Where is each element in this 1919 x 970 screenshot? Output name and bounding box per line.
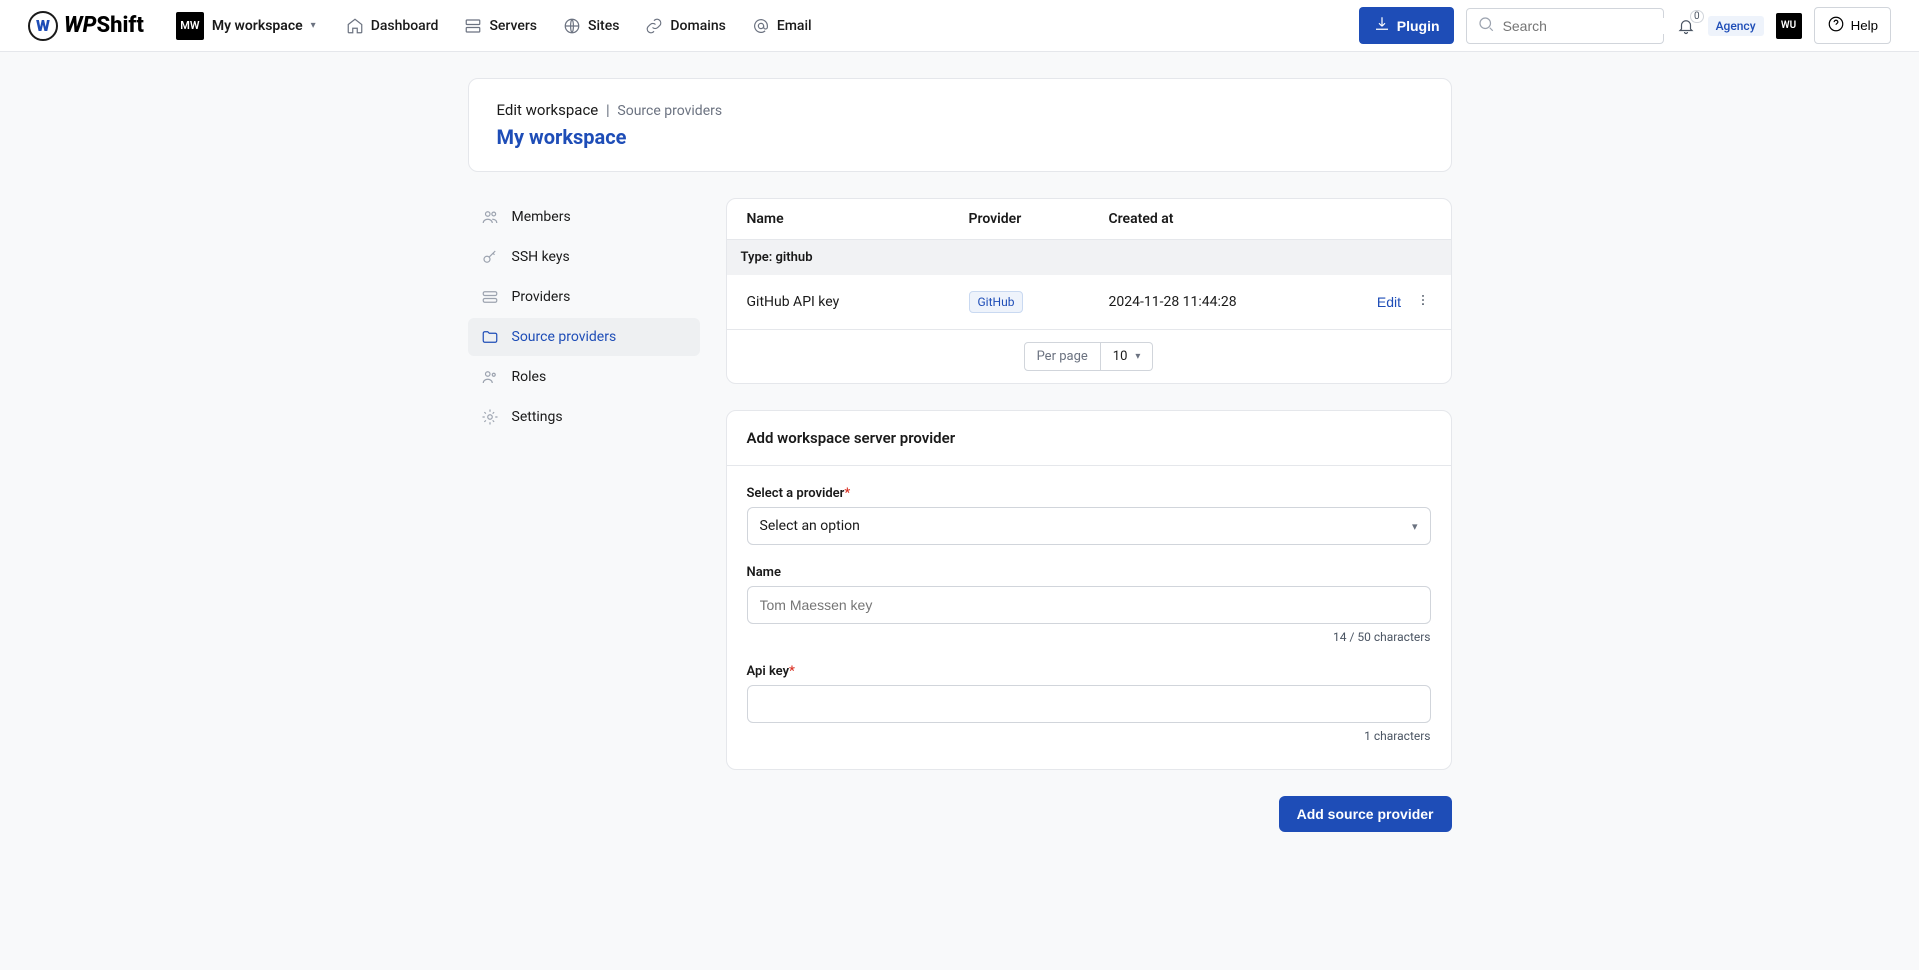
nav-dashboard-label: Dashboard	[371, 18, 439, 34]
settings-sidebar: Members SSH keys Providers Source provid…	[468, 198, 700, 832]
add-provider-card: Add workspace server provider Select a p…	[726, 410, 1452, 770]
table-header: Name Provider Created at	[727, 199, 1451, 240]
api-key-label: Api key*	[747, 664, 1431, 679]
name-input[interactable]	[747, 586, 1431, 624]
sidebar-label: Roles	[512, 369, 547, 385]
breadcrumb: Edit workspace | Source providers	[497, 101, 1423, 119]
sidebar-label: Source providers	[512, 329, 617, 345]
chevron-down-icon: ▾	[1135, 351, 1140, 362]
breadcrumb-sep: |	[606, 101, 610, 119]
workspace-selector[interactable]: MW My workspace ▾	[176, 12, 316, 40]
home-icon	[346, 17, 364, 35]
row-menu-button[interactable]	[1415, 293, 1431, 307]
nav-servers-label: Servers	[489, 18, 537, 34]
roles-icon	[480, 367, 500, 387]
nav-servers[interactable]: Servers	[464, 17, 537, 35]
logo-text: WPShift	[64, 13, 144, 38]
plugin-button[interactable]: Plugin	[1359, 7, 1454, 44]
per-page-select[interactable]: 10 ▾	[1101, 342, 1154, 371]
col-provider: Provider	[969, 211, 1109, 227]
workspace-badge: MW	[176, 12, 204, 40]
breadcrumb-main: Edit workspace	[497, 101, 599, 119]
row-created: 2024-11-28 11:44:28	[1109, 294, 1361, 310]
col-created: Created at	[1109, 211, 1361, 227]
topbar: W WPShift MW My workspace ▾ Dashboard Se…	[0, 0, 1919, 52]
nav-sites[interactable]: Sites	[563, 17, 619, 35]
group-row: Type: github	[727, 240, 1451, 275]
logo-icon: W	[28, 11, 58, 41]
providers-icon	[480, 287, 500, 307]
chevron-down-icon: ▾	[1412, 520, 1418, 533]
search-icon	[1477, 15, 1495, 37]
provider-tag: GitHub	[969, 291, 1024, 313]
edit-button[interactable]: Edit	[1377, 294, 1401, 310]
provider-select-value: Select an option	[760, 518, 860, 534]
provider-label: Select a provider*	[747, 486, 1431, 501]
notification-count: 0	[1690, 10, 1704, 23]
nav-domains-label: Domains	[670, 18, 725, 34]
name-helper: 14 / 50 characters	[747, 630, 1431, 644]
add-source-provider-button[interactable]: Add source provider	[1279, 796, 1452, 832]
nav-email[interactable]: Email	[752, 17, 812, 35]
per-page-label: Per page	[1024, 342, 1101, 371]
help-icon	[1827, 15, 1845, 36]
search-box[interactable]	[1466, 8, 1664, 44]
pager: Per page 10 ▾	[727, 330, 1451, 383]
agency-badge[interactable]: Agency	[1708, 16, 1764, 36]
workspace-name: My workspace	[212, 18, 303, 34]
chevron-down-icon: ▾	[311, 20, 316, 31]
sidebar-label: Settings	[512, 409, 563, 425]
per-page-value: 10	[1113, 349, 1128, 364]
at-icon	[752, 17, 770, 35]
nav-domains[interactable]: Domains	[645, 17, 725, 35]
providers-table-card: Name Provider Created at Type: github Gi…	[726, 198, 1452, 384]
link-icon	[645, 17, 663, 35]
gear-icon	[480, 407, 500, 427]
nav-email-label: Email	[777, 18, 812, 34]
server-icon	[464, 17, 482, 35]
form-title: Add workspace server provider	[727, 411, 1451, 466]
globe-icon	[563, 17, 581, 35]
table-row: GitHub API key GitHub 2024-11-28 11:44:2…	[727, 275, 1451, 330]
sidebar-item-members[interactable]: Members	[468, 198, 700, 236]
folder-icon	[480, 327, 500, 347]
api-key-input[interactable]	[747, 685, 1431, 723]
page-title: My workspace	[497, 125, 1423, 149]
page-header: Edit workspace | Source providers My wor…	[468, 78, 1452, 172]
sidebar-label: SSH keys	[512, 249, 570, 265]
name-label: Name	[747, 565, 1431, 580]
row-name: GitHub API key	[747, 294, 969, 310]
key-icon	[480, 247, 500, 267]
brand-logo[interactable]: W WPShift	[28, 11, 144, 41]
api-key-helper: 1 characters	[747, 729, 1431, 743]
help-button[interactable]: Help	[1814, 7, 1891, 44]
sidebar-label: Providers	[512, 289, 571, 305]
user-avatar[interactable]: WU	[1776, 13, 1802, 39]
sidebar-label: Members	[512, 209, 571, 225]
nav-sites-label: Sites	[588, 18, 619, 34]
help-label: Help	[1851, 18, 1878, 33]
sidebar-item-ssh[interactable]: SSH keys	[468, 238, 700, 276]
main-nav: Dashboard Servers Sites Domains Email	[346, 17, 812, 35]
sidebar-item-source[interactable]: Source providers	[468, 318, 700, 356]
search-input[interactable]	[1503, 18, 1684, 34]
sidebar-item-providers[interactable]: Providers	[468, 278, 700, 316]
members-icon	[480, 207, 500, 227]
col-name: Name	[747, 211, 969, 227]
notifications-button[interactable]: 0	[1676, 16, 1696, 36]
plugin-button-label: Plugin	[1397, 18, 1440, 34]
provider-select[interactable]: Select an option ▾	[747, 507, 1431, 545]
download-icon	[1373, 15, 1391, 36]
sidebar-item-settings[interactable]: Settings	[468, 398, 700, 436]
sidebar-item-roles[interactable]: Roles	[468, 358, 700, 396]
nav-dashboard[interactable]: Dashboard	[346, 17, 439, 35]
breadcrumb-sub: Source providers	[617, 103, 722, 119]
